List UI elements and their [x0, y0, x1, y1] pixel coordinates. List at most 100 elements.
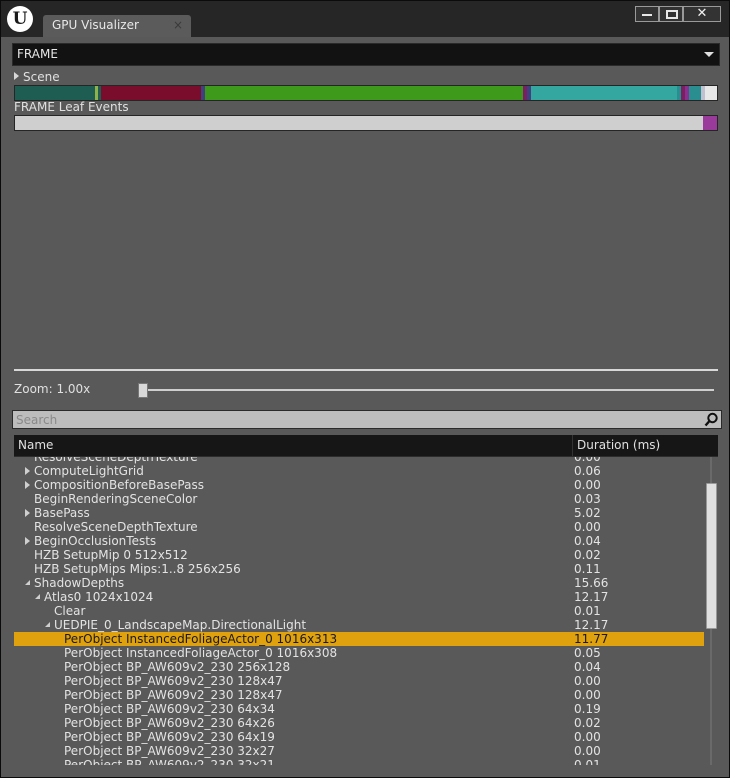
- search-input[interactable]: [16, 411, 696, 428]
- table-row[interactable]: BeginRenderingSceneColor 0.03: [14, 492, 704, 506]
- expand-arrow-icon[interactable]: [24, 464, 32, 478]
- table-row[interactable]: PerObject BP_AW609v2_230 64x26 0.02: [14, 716, 704, 730]
- event-duration: 0.00: [574, 688, 601, 702]
- scrollbar-thumb[interactable]: [706, 483, 717, 629]
- event-name: PerObject BP_AW609v2_230 128x47: [64, 674, 283, 688]
- event-name: ShadowDepths: [34, 576, 125, 590]
- event-duration: 5.02: [574, 506, 601, 520]
- title-bar[interactable]: U GPU Visualizer × ✕: [1, 1, 729, 37]
- scene-timing-segment[interactable]: [531, 86, 677, 100]
- table-row[interactable]: CompositionBeforeBasePass 0.00: [14, 478, 704, 492]
- event-duration: 0.11: [574, 562, 601, 576]
- expand-arrow-icon[interactable]: [24, 534, 32, 548]
- event-duration: 0.02: [574, 548, 601, 562]
- scene-timing-segment[interactable]: [705, 86, 717, 100]
- event-duration: 0.05: [574, 646, 601, 660]
- table-row[interactable]: ResolveSceneDepthTexture 0.00: [14, 520, 704, 534]
- event-duration: 0.06: [574, 464, 601, 478]
- scene-timing-segment[interactable]: [689, 86, 701, 100]
- table-row[interactable]: BasePass 5.02: [14, 506, 704, 520]
- maximize-icon: [666, 10, 678, 19]
- collapse-arrow-icon[interactable]: [34, 590, 42, 604]
- column-header-name[interactable]: Name: [18, 438, 53, 452]
- event-name: BasePass: [34, 506, 90, 520]
- unreal-logo-icon: U: [7, 6, 33, 32]
- table-row[interactable]: PerObject BP_AW609v2_230 128x47 0.00: [14, 688, 704, 702]
- splitter[interactable]: [14, 369, 718, 371]
- event-name: PerObject InstancedFoliageActor_0 1016x3…: [64, 646, 338, 660]
- event-duration: 15.66: [574, 576, 609, 590]
- event-name: PerObject BP_AW609v2_230 64x34: [64, 702, 275, 716]
- table-row[interactable]: HZB SetupMip 0 512x512 0.02: [14, 548, 704, 562]
- table-row[interactable]: PerObject BP_AW609v2_230 256x128 0.04: [14, 660, 704, 674]
- table-row[interactable]: BeginOcclusionTests 0.04: [14, 534, 704, 548]
- maximize-button[interactable]: [659, 6, 683, 22]
- close-window-button[interactable]: ✕: [683, 6, 721, 22]
- event-duration: 0.00: [574, 730, 601, 744]
- leaf-event-segment[interactable]: [703, 116, 717, 130]
- event-name: PerObject BP_AW609v2_230 128x47: [64, 688, 283, 702]
- table-row[interactable]: Atlas0 1024x1024 12.17: [14, 590, 704, 604]
- event-duration: 0.04: [574, 534, 601, 548]
- frame-selector[interactable]: FRAME: [12, 43, 720, 66]
- table-row[interactable]: ComputeLightGrid 0.06: [14, 464, 704, 478]
- collapse-arrow-icon[interactable]: [24, 576, 32, 590]
- event-name: PerObject BP_AW609v2_230 32x27: [64, 744, 275, 758]
- event-duration: 0.03: [574, 492, 601, 506]
- zoom-slider-track[interactable]: [142, 389, 714, 391]
- tab-close-icon[interactable]: ×: [173, 18, 183, 32]
- expand-arrow-icon[interactable]: [24, 478, 32, 492]
- scene-timing-segment[interactable]: [101, 86, 201, 100]
- table-row[interactable]: PerObject InstancedFoliageActor_0 1016x3…: [14, 646, 704, 660]
- scene-timing-segment[interactable]: [205, 86, 523, 100]
- event-name: CompositionBeforeBasePass: [34, 478, 204, 492]
- gpu-visualizer-window: U GPU Visualizer × ✕ FRAME Scene FRAME L…: [0, 0, 730, 778]
- scene-timing-segment[interactable]: [15, 86, 95, 100]
- scene-expander[interactable]: Scene: [14, 70, 60, 84]
- table-row[interactable]: ShadowDepths 15.66: [14, 576, 704, 590]
- search-icon[interactable]: [704, 412, 719, 427]
- event-name: PerObject BP_AW609v2_230 64x19: [64, 730, 275, 744]
- event-duration: 11.77: [574, 632, 609, 646]
- event-name: BeginOcclusionTests: [34, 534, 157, 548]
- event-name: BeginRenderingSceneColor: [34, 492, 198, 506]
- tree-header: Name Duration (ms): [14, 435, 718, 457]
- scene-label: Scene: [23, 70, 60, 84]
- tab-title: GPU Visualizer: [52, 18, 139, 32]
- table-row[interactable]: PerObject BP_AW609v2_230 64x19 0.00: [14, 730, 704, 744]
- close-icon: ✕: [696, 6, 708, 21]
- table-row[interactable]: PerObject InstancedFoliageActor_0 1016x3…: [14, 632, 704, 646]
- table-row[interactable]: Clear 0.01: [14, 604, 704, 618]
- event-duration: 0.19: [574, 702, 601, 716]
- scene-timeline-bar[interactable]: [14, 85, 718, 101]
- zoom-slider-thumb[interactable]: [138, 383, 148, 398]
- expand-arrow-icon[interactable]: [24, 506, 32, 520]
- event-duration: 0.01: [574, 758, 601, 765]
- event-name: PerObject BP_AW609v2_230 32x21: [64, 758, 275, 765]
- frame-selector-value: FRAME: [17, 47, 58, 61]
- event-name: PerObject InstancedFoliageActor_0 1016x3…: [64, 632, 338, 646]
- table-row[interactable]: PerObject BP_AW609v2_230 32x21 0.01: [14, 758, 704, 765]
- column-header-duration[interactable]: Duration (ms): [577, 438, 660, 452]
- table-row[interactable]: UEDPIE_0_LandscapeMap.DirectionalLight 12…: [14, 618, 704, 632]
- events-tree-rows: ResolveSceneDepthTexture 0.00 ComputeLight…: [14, 450, 704, 765]
- search-box[interactable]: [12, 410, 722, 429]
- table-row[interactable]: PerObject BP_AW609v2_230 128x47 0.00: [14, 674, 704, 688]
- minimize-icon: [642, 14, 652, 16]
- zoom-label: Zoom: 1.00x: [14, 382, 91, 396]
- chevron-down-icon: [704, 52, 714, 57]
- tab-gpu-visualizer[interactable]: GPU Visualizer ×: [43, 15, 191, 37]
- table-row[interactable]: PerObject BP_AW609v2_230 32x27 0.00: [14, 744, 704, 758]
- table-row[interactable]: PerObject BP_AW609v2_230 64x34 0.19: [14, 702, 704, 716]
- event-duration: 0.04: [574, 660, 601, 674]
- event-duration: 12.17: [574, 590, 609, 604]
- column-divider[interactable]: [572, 435, 573, 456]
- collapse-arrow-icon[interactable]: [44, 618, 52, 632]
- event-name: Clear: [54, 604, 86, 618]
- event-name: HZB SetupMips Mips:1..8 256x256: [34, 562, 241, 576]
- table-row[interactable]: HZB SetupMips Mips:1..8 256x256 0.11: [14, 562, 704, 576]
- event-name: ComputeLightGrid: [34, 464, 144, 478]
- event-name: UEDPIE_0_LandscapeMap.DirectionalLight: [54, 618, 307, 632]
- minimize-button[interactable]: [635, 6, 659, 22]
- leaf-events-bar[interactable]: [14, 115, 718, 131]
